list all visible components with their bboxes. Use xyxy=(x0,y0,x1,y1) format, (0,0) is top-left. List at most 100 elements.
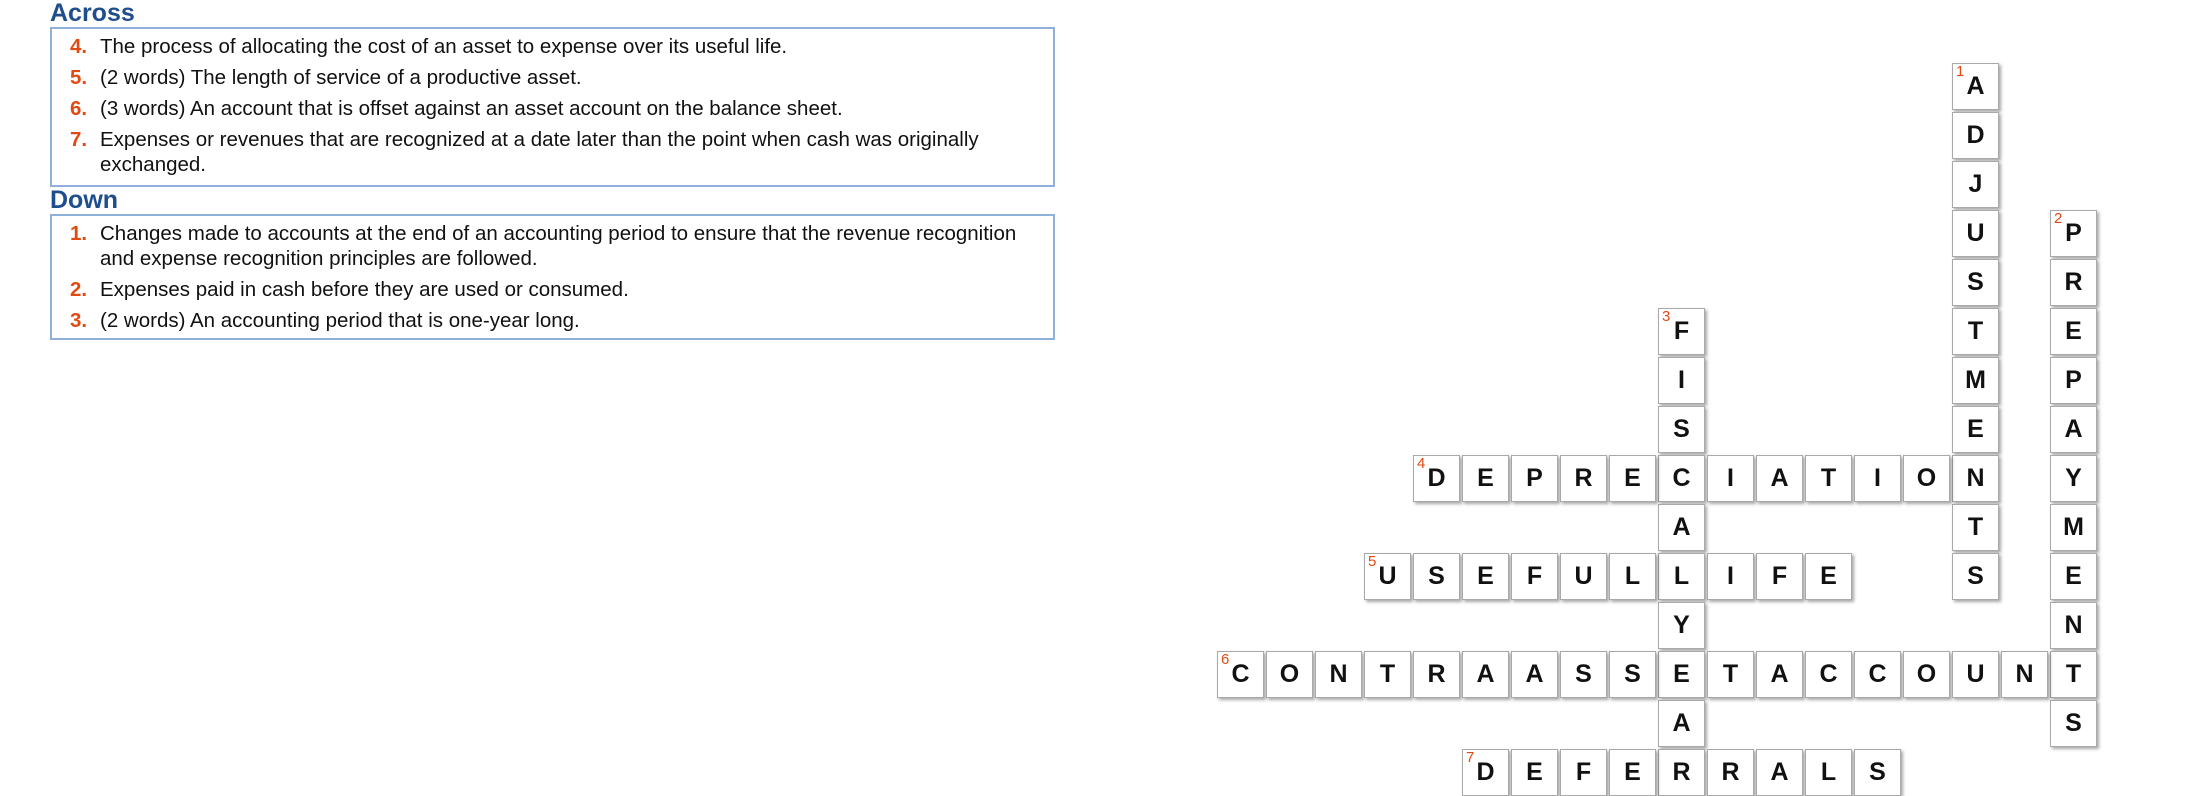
grid-cell[interactable]: N xyxy=(1315,651,1362,698)
grid-cell[interactable]: E xyxy=(1658,651,1705,698)
cell-letter: T xyxy=(1967,317,1984,345)
grid-cell[interactable]: I xyxy=(1707,455,1754,502)
grid-cell[interactable]: T xyxy=(2050,651,2097,698)
grid-cell[interactable]: R xyxy=(1707,749,1754,796)
grid-cell[interactable]: O xyxy=(1903,455,1950,502)
grid-cell[interactable]: 6C xyxy=(1217,651,1264,698)
grid-cell[interactable]: R xyxy=(1658,749,1705,796)
grid-cell[interactable]: A xyxy=(1511,651,1558,698)
grid-cell[interactable]: E xyxy=(1609,749,1656,796)
cell-clue-number: 6 xyxy=(1221,651,1230,668)
grid-cell[interactable]: T xyxy=(1952,308,1999,355)
grid-cell[interactable]: Y xyxy=(2050,455,2097,502)
grid-cell[interactable]: S xyxy=(2050,700,2097,747)
grid-cell[interactable]: 5U xyxy=(1364,553,1411,600)
grid-cell[interactable]: E xyxy=(1952,406,1999,453)
grid-cell[interactable]: E xyxy=(1609,455,1656,502)
cell-letter: A xyxy=(2064,415,2083,443)
cell-letter: O xyxy=(1279,660,1300,688)
grid-cell[interactable]: A xyxy=(1658,700,1705,747)
cell-letter: L xyxy=(1673,562,1690,590)
cell-letter: L xyxy=(1624,562,1641,590)
grid-cell[interactable]: R xyxy=(1560,455,1607,502)
grid-cell[interactable]: E xyxy=(1462,455,1509,502)
grid-cell[interactable]: E xyxy=(1511,749,1558,796)
grid-cell[interactable]: I xyxy=(1707,553,1754,600)
grid-cell[interactable]: E xyxy=(1462,553,1509,600)
cell-letter: S xyxy=(1624,660,1641,688)
grid-cell[interactable]: R xyxy=(1413,651,1460,698)
cell-letter: T xyxy=(2065,660,2082,688)
grid-cell[interactable]: J xyxy=(1952,161,1999,208)
grid-cell[interactable]: E xyxy=(2050,308,2097,355)
grid-cell[interactable]: M xyxy=(2050,504,2097,551)
cell-clue-number: 5 xyxy=(1368,553,1377,570)
grid-cell[interactable]: S xyxy=(1854,749,1901,796)
cell-letter: A xyxy=(1770,660,1789,688)
grid-cell[interactable]: T xyxy=(1707,651,1754,698)
cell-letter: N xyxy=(1966,464,1985,492)
grid-cell[interactable]: E xyxy=(1805,553,1852,600)
grid-cell[interactable]: 4D xyxy=(1413,455,1460,502)
grid-cell[interactable]: N xyxy=(2001,651,2048,698)
grid-cell[interactable]: L xyxy=(1658,553,1705,600)
grid-cell[interactable]: R xyxy=(2050,259,2097,306)
grid-cell[interactable]: T xyxy=(1952,504,1999,551)
cell-letter: A xyxy=(1525,660,1544,688)
grid-cell[interactable]: C xyxy=(1658,455,1705,502)
grid-cell[interactable]: S xyxy=(1658,406,1705,453)
cell-letter: T xyxy=(1379,660,1396,688)
cell-letter: N xyxy=(2064,611,2083,639)
grid-cell[interactable]: 3F xyxy=(1658,308,1705,355)
grid-cell[interactable]: L xyxy=(1805,749,1852,796)
grid-cell[interactable]: Y xyxy=(1658,602,1705,649)
grid-cell[interactable]: A xyxy=(1756,749,1803,796)
grid-cell[interactable]: L xyxy=(1609,553,1656,600)
grid-cell[interactable]: 7D xyxy=(1462,749,1509,796)
cell-letter: E xyxy=(1624,464,1641,492)
grid-cell[interactable]: N xyxy=(2050,602,2097,649)
grid-cell[interactable]: T xyxy=(1805,455,1852,502)
grid-cell[interactable]: F xyxy=(1756,553,1803,600)
grid-cell[interactable]: A xyxy=(1756,455,1803,502)
cell-letter: E xyxy=(1477,464,1494,492)
cell-letter: E xyxy=(1967,415,1984,443)
grid-cell[interactable]: A xyxy=(1462,651,1509,698)
cell-letter: A xyxy=(1770,464,1789,492)
grid-cell[interactable]: F xyxy=(1560,749,1607,796)
cell-letter: N xyxy=(1329,660,1348,688)
cell-clue-number: 2 xyxy=(2054,210,2063,227)
grid-cell[interactable]: A xyxy=(1756,651,1803,698)
grid-cell[interactable]: O xyxy=(1903,651,1950,698)
grid-cell[interactable]: S xyxy=(1413,553,1460,600)
grid-cell[interactable]: N xyxy=(1952,455,1999,502)
grid-cell[interactable]: C xyxy=(1854,651,1901,698)
grid-cell[interactable]: A xyxy=(2050,406,2097,453)
cell-letter: M xyxy=(2063,513,2084,541)
grid-cell[interactable]: 1A xyxy=(1952,63,1999,110)
grid-cell[interactable]: P xyxy=(1511,455,1558,502)
grid-cell[interactable]: E xyxy=(2050,553,2097,600)
grid-cell[interactable]: U xyxy=(1952,651,1999,698)
grid-cell[interactable]: U xyxy=(1560,553,1607,600)
grid-cell[interactable]: S xyxy=(1560,651,1607,698)
cell-letter: S xyxy=(1673,415,1690,443)
grid-cell[interactable]: 2P xyxy=(2050,210,2097,257)
grid-cell[interactable]: U xyxy=(1952,210,1999,257)
grid-cell[interactable]: D xyxy=(1952,112,1999,159)
grid-cell[interactable]: M xyxy=(1952,357,1999,404)
cell-letter: Y xyxy=(1673,611,1690,639)
grid-cell[interactable]: O xyxy=(1266,651,1313,698)
grid-cell[interactable]: P xyxy=(2050,357,2097,404)
grid-cell[interactable]: I xyxy=(1854,455,1901,502)
grid-cell[interactable]: S xyxy=(1609,651,1656,698)
grid-cell[interactable]: C xyxy=(1805,651,1852,698)
grid-cell[interactable]: A xyxy=(1658,504,1705,551)
grid-cell[interactable]: I xyxy=(1658,357,1705,404)
grid-cell[interactable]: F xyxy=(1511,553,1558,600)
grid-cell[interactable]: T xyxy=(1364,651,1411,698)
grid-cell[interactable]: S xyxy=(1952,553,1999,600)
cell-letter: R xyxy=(1721,758,1740,786)
grid-cell[interactable]: S xyxy=(1952,259,1999,306)
cell-letter: E xyxy=(2065,317,2082,345)
